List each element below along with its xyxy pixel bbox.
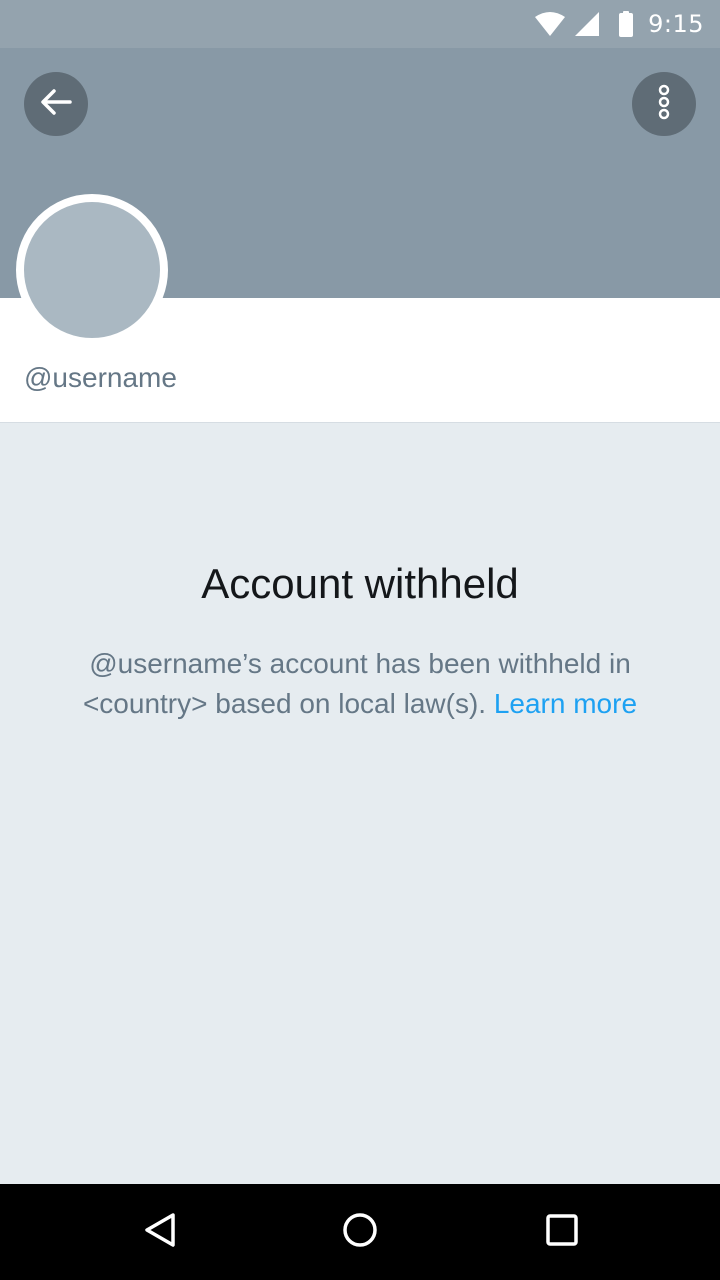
profile-username: @username xyxy=(24,362,177,393)
arrow-left-icon xyxy=(38,84,74,124)
status-icons: 9:15 xyxy=(534,0,704,48)
back-button[interactable] xyxy=(24,72,88,136)
nav-recents-icon xyxy=(545,1213,579,1251)
nav-back-button[interactable] xyxy=(136,1208,184,1256)
status-time: 9:15 xyxy=(648,10,704,38)
navigation-bar xyxy=(0,1184,720,1280)
withheld-message-line2: <country> based on local law(s). xyxy=(82,688,487,719)
nav-recents-button[interactable] xyxy=(538,1208,586,1256)
more-vertical-icon xyxy=(656,84,672,124)
learn-more-link[interactable]: Learn more xyxy=(494,688,637,719)
withheld-message-line1: @username’s account has been withheld in xyxy=(89,648,631,679)
wifi-icon xyxy=(534,11,566,37)
nav-home-button[interactable] xyxy=(336,1208,384,1256)
battery-icon xyxy=(618,11,634,37)
nav-back-icon xyxy=(143,1212,177,1252)
withheld-message: @username’s account has been withheld in… xyxy=(40,644,680,724)
status-bar: 9:15 xyxy=(0,0,720,48)
avatar[interactable] xyxy=(16,194,168,346)
nav-home-icon xyxy=(342,1212,378,1252)
withheld-title: Account withheld xyxy=(201,560,519,607)
more-options-button[interactable] xyxy=(632,72,696,136)
signal-icon xyxy=(574,11,600,37)
